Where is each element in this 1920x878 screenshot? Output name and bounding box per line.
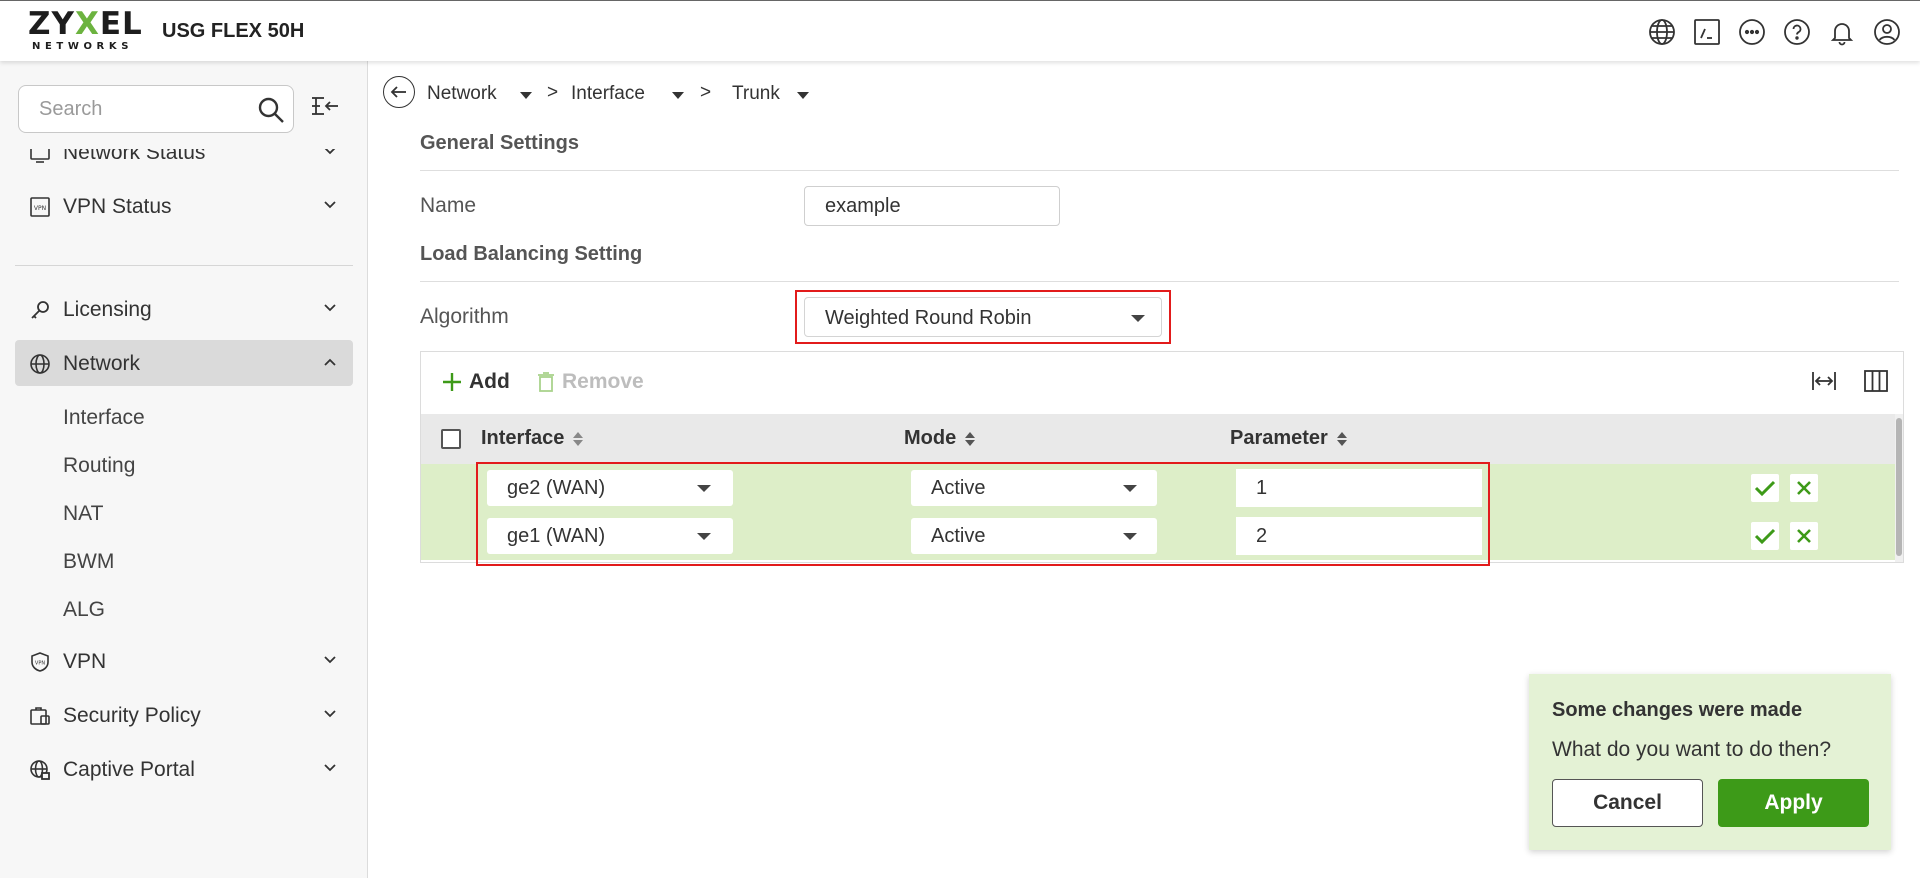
table-scrollbar[interactable] — [1895, 414, 1903, 562]
sidebar-subitem-bwm[interactable]: BWM — [63, 550, 114, 574]
apply-button[interactable]: Apply — [1718, 779, 1869, 827]
select-all-checkbox[interactable] — [441, 429, 461, 449]
sidebar-subitem-nat[interactable]: NAT — [63, 502, 103, 526]
user-icon[interactable] — [1871, 16, 1902, 47]
bell-icon[interactable] — [1826, 16, 1857, 47]
toast-title: Some changes were made — [1552, 699, 1803, 721]
shield-icon: VPN — [29, 651, 51, 673]
column-parameter[interactable]: Parameter — [1230, 427, 1348, 450]
search-input[interactable] — [39, 98, 239, 121]
check-icon — [1754, 528, 1776, 545]
scrollbar-thumb[interactable] — [1896, 418, 1902, 556]
arrow-left-icon — [390, 86, 406, 98]
sidebar-item-captive-portal[interactable]: Captive Portal — [15, 746, 353, 792]
sidebar-item-vpn-status[interactable]: VPN VPN Status — [15, 183, 353, 229]
caret-down-icon[interactable] — [672, 92, 684, 99]
sidebar-divider — [15, 265, 353, 266]
column-interface[interactable]: Interface — [481, 427, 584, 450]
product-name: USG FLEX 50H — [162, 20, 305, 42]
chevron-down-icon — [323, 709, 337, 719]
cancel-row-button[interactable] — [1790, 522, 1818, 550]
confirm-row-button[interactable] — [1751, 522, 1779, 550]
breadcrumb-trunk[interactable]: Trunk — [732, 83, 780, 105]
chevron-up-icon — [323, 357, 337, 367]
sidebar-item-licensing[interactable]: Licensing — [15, 286, 353, 332]
plus-icon — [443, 373, 461, 391]
chevron-down-icon — [323, 200, 337, 210]
sort-icon — [573, 431, 584, 446]
sidebar-item-network[interactable]: Network — [15, 340, 353, 386]
remove-button[interactable]: Remove — [536, 370, 644, 394]
header-toolbar — [1646, 16, 1902, 47]
globe-icon[interactable] — [1646, 16, 1677, 47]
console-icon[interactable] — [1691, 16, 1722, 47]
caret-down-icon — [1131, 315, 1145, 322]
chevron-down-icon — [323, 149, 337, 156]
name-input[interactable] — [804, 186, 1060, 226]
help-icon[interactable] — [1781, 16, 1812, 47]
chevron-down-icon — [323, 303, 337, 313]
sidebar-nav: Network Status VPN VPN Status Licensing — [0, 149, 368, 878]
toast-message: What do you want to do then? — [1552, 738, 1832, 761]
svg-text:VPN: VPN — [34, 205, 46, 212]
top-header: ZYXEL NETWORKS USG FLEX 50H — [0, 0, 1920, 61]
fit-width-icon[interactable] — [1811, 369, 1837, 393]
vpn-status-icon: VPN — [29, 196, 51, 218]
sidebar-item-vpn[interactable]: VPN VPN — [15, 638, 353, 684]
chevron-down-icon — [323, 763, 337, 773]
check-icon — [1754, 480, 1776, 497]
zyxel-logo[interactable]: ZYXEL NETWORKS — [28, 9, 142, 53]
sidebar-item-security-policy[interactable]: Security Policy — [15, 692, 353, 738]
network-status-icon — [29, 149, 51, 164]
unsaved-changes-toast: Some changes were made What do you want … — [1529, 674, 1891, 850]
load-balancing-title: Load Balancing Setting — [420, 243, 643, 265]
back-button[interactable] — [383, 76, 415, 108]
globe-icon — [29, 353, 51, 375]
add-button[interactable]: Add — [441, 370, 510, 394]
caret-down-icon[interactable] — [797, 92, 809, 99]
sidebar-item-network-status[interactable]: Network Status — [15, 149, 353, 175]
section-divider — [420, 281, 1899, 282]
sidebar-subitem-alg[interactable]: ALG — [63, 598, 105, 622]
sidebar-subitem-routing[interactable]: Routing — [63, 454, 135, 478]
sort-icon — [965, 431, 976, 446]
search-box[interactable] — [18, 85, 294, 133]
more-icon[interactable] — [1736, 16, 1767, 47]
breadcrumb-network[interactable]: Network — [427, 83, 497, 105]
svg-text:VPN: VPN — [35, 661, 45, 667]
sidebar-subitem-interface[interactable]: Interface — [63, 406, 145, 430]
collapse-sidebar-icon[interactable] — [310, 95, 340, 117]
column-mode[interactable]: Mode — [904, 427, 976, 450]
table-header: Interface Mode Parameter — [421, 414, 1903, 464]
sidebar: Network Status VPN VPN Status Licensing — [0, 61, 368, 878]
close-icon — [1797, 481, 1811, 495]
algorithm-select[interactable]: Weighted Round Robin — [804, 297, 1162, 337]
algorithm-label: Algorithm — [420, 305, 509, 328]
security-policy-icon — [29, 705, 51, 727]
trash-icon — [538, 372, 554, 392]
general-settings-title: General Settings — [420, 132, 579, 154]
section-divider — [420, 170, 1899, 171]
search-icon[interactable] — [257, 96, 285, 124]
rows-highlight-box — [476, 462, 1490, 566]
sort-icon — [1336, 431, 1347, 446]
cancel-row-button[interactable] — [1790, 474, 1818, 502]
caret-down-icon[interactable] — [520, 92, 532, 99]
key-icon — [29, 299, 51, 321]
name-label: Name — [420, 194, 477, 217]
columns-icon[interactable] — [1863, 369, 1889, 393]
chevron-down-icon — [323, 655, 337, 665]
confirm-row-button[interactable] — [1751, 474, 1779, 502]
close-icon — [1797, 529, 1811, 543]
captive-portal-icon — [29, 759, 51, 781]
breadcrumb-interface[interactable]: Interface — [571, 83, 645, 105]
cancel-button[interactable]: Cancel — [1552, 779, 1703, 827]
